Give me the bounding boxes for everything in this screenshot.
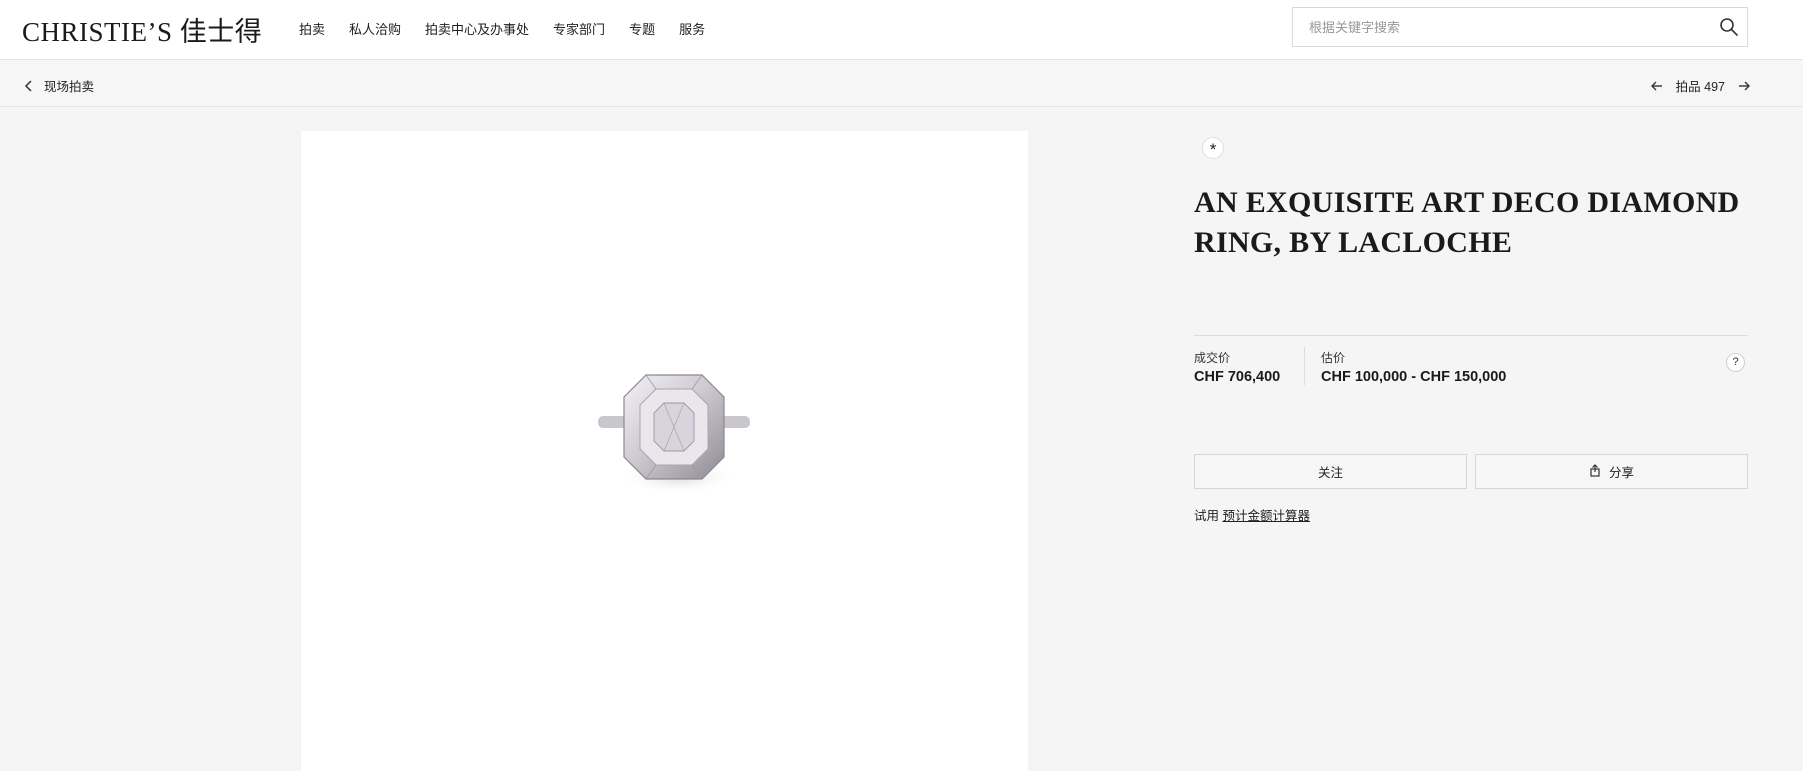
estimate-calculator-prompt: 试用 预计金额计算器 <box>1194 505 1310 524</box>
nav-item-stories[interactable]: 专题 <box>629 19 655 38</box>
next-lot-arrow-icon[interactable] <box>1737 79 1751 93</box>
share-button[interactable]: 分享 <box>1475 454 1748 489</box>
back-label: 现场拍卖 <box>44 80 95 94</box>
lot-number-label: 拍品 497 <box>1675 80 1725 94</box>
price-realised: 成交价 CHF 706,400 <box>1194 349 1280 385</box>
diamond-ring-image <box>598 374 750 495</box>
estimate-value: CHF 100,000 - CHF 150,000 <box>1321 369 1507 385</box>
search-icon[interactable] <box>1719 17 1739 37</box>
search-input[interactable] <box>1293 8 1693 46</box>
estimate: 估价 CHF 100,000 - CHF 150,000 <box>1304 347 1506 385</box>
lot-image-panel[interactable] <box>301 131 1028 771</box>
price-realised-value: CHF 706,400 <box>1194 369 1281 385</box>
lot-navigator: 拍品 497 <box>1650 76 1751 95</box>
estimate-calculator-link[interactable]: 预计金额计算器 <box>1223 509 1311 523</box>
share-label: 分享 <box>1608 466 1634 480</box>
follow-label: 关注 <box>1317 466 1343 480</box>
lot-subnav-bar: 现场拍卖 拍品 497 <box>0 61 1803 107</box>
lot-title: AN EXQUISITE ART DECO DIAMOND RING, BY L… <box>1194 186 1740 259</box>
nav-item-auctions[interactable]: 拍卖 <box>299 19 325 38</box>
price-realised-label: 成交价 <box>1194 351 1231 365</box>
share-icon <box>1589 463 1601 480</box>
top-navigation-bar: CHRISTIE’S 佳士得 拍卖 私人洽购 拍卖中心及办事处 专家部门 专题 … <box>0 0 1803 60</box>
christies-logo[interactable]: CHRISTIE’S 佳士得 <box>22 10 262 49</box>
estimate-label: 估价 <box>1321 351 1346 365</box>
follow-button[interactable]: 关注 <box>1194 454 1467 489</box>
nav-item-services[interactable]: 服务 <box>679 19 705 38</box>
nav-item-private-sales[interactable]: 私人洽购 <box>349 19 401 38</box>
nav-item-departments[interactable]: 专家部门 <box>553 19 605 38</box>
main-nav: 拍卖 私人洽购 拍卖中心及办事处 专家部门 专题 服务 <box>299 19 729 38</box>
previous-lot-arrow-icon[interactable] <box>1650 79 1664 93</box>
chevron-left-icon <box>22 79 36 93</box>
help-icon[interactable]: ? <box>1726 353 1745 372</box>
lot-asterisk-badge: * <box>1202 137 1224 159</box>
divider <box>1194 335 1748 336</box>
search-box <box>1292 7 1748 47</box>
nav-item-locations[interactable]: 拍卖中心及办事处 <box>425 19 529 38</box>
back-to-auction-link[interactable]: 现场拍卖 <box>22 76 94 95</box>
try-prefix: 试用 <box>1194 509 1220 523</box>
